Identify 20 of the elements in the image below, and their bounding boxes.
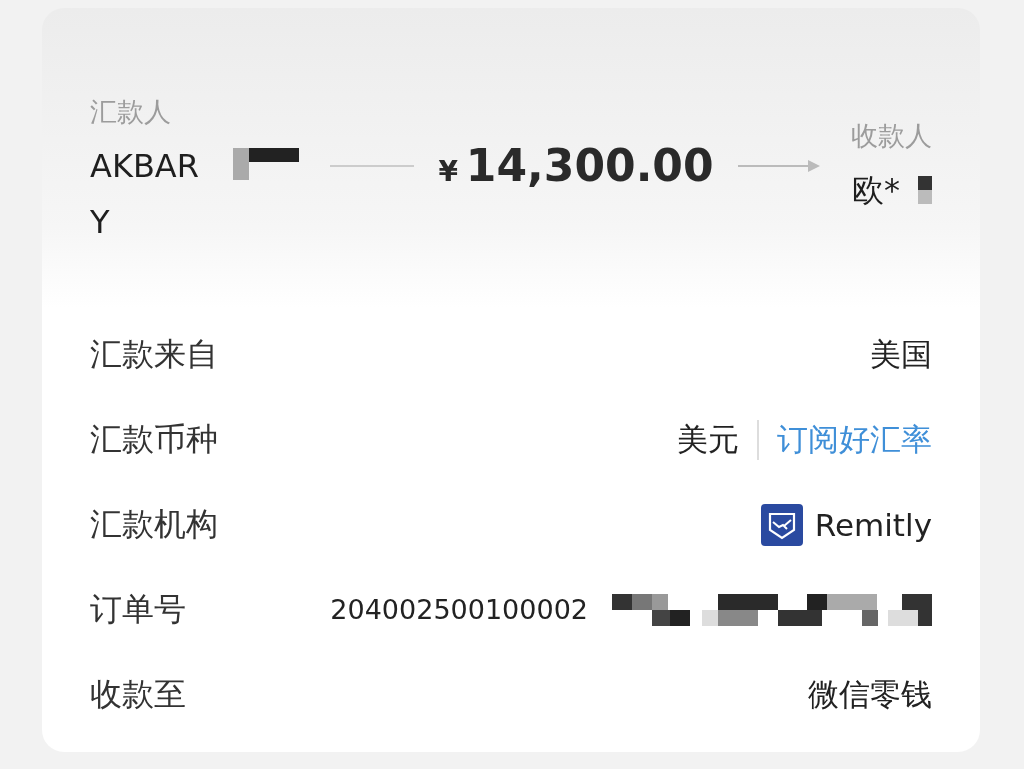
redaction-mosaic: [233, 148, 299, 181]
order-number: 204002500100002: [330, 594, 588, 625]
sender-label: 汇款人: [90, 96, 171, 129]
receiver-name: 欧*: [852, 170, 900, 212]
detail-label: 汇款机构: [90, 503, 218, 545]
detail-label: 收款至: [90, 673, 186, 715]
detail-value: 美国: [870, 334, 932, 374]
detail-label: 订单号: [90, 588, 186, 630]
redaction-mosaic: [918, 176, 932, 205]
detail-label: 汇款来自: [90, 333, 218, 375]
detail-value: 美元: [677, 419, 739, 459]
detail-label: 汇款币种: [90, 418, 218, 460]
receiver-label: 收款人: [851, 120, 932, 153]
amount: ¥ 14,300.00: [438, 140, 714, 191]
sender-name: AKBAR Y: [90, 146, 200, 244]
detail-value: 微信零钱: [808, 674, 932, 714]
subscribe-link[interactable]: 订阅好汇率: [777, 418, 932, 461]
handshake-shield-icon: [760, 503, 803, 546]
detail-value: Remitly: [814, 506, 932, 543]
arrow-icon: [737, 158, 820, 173]
